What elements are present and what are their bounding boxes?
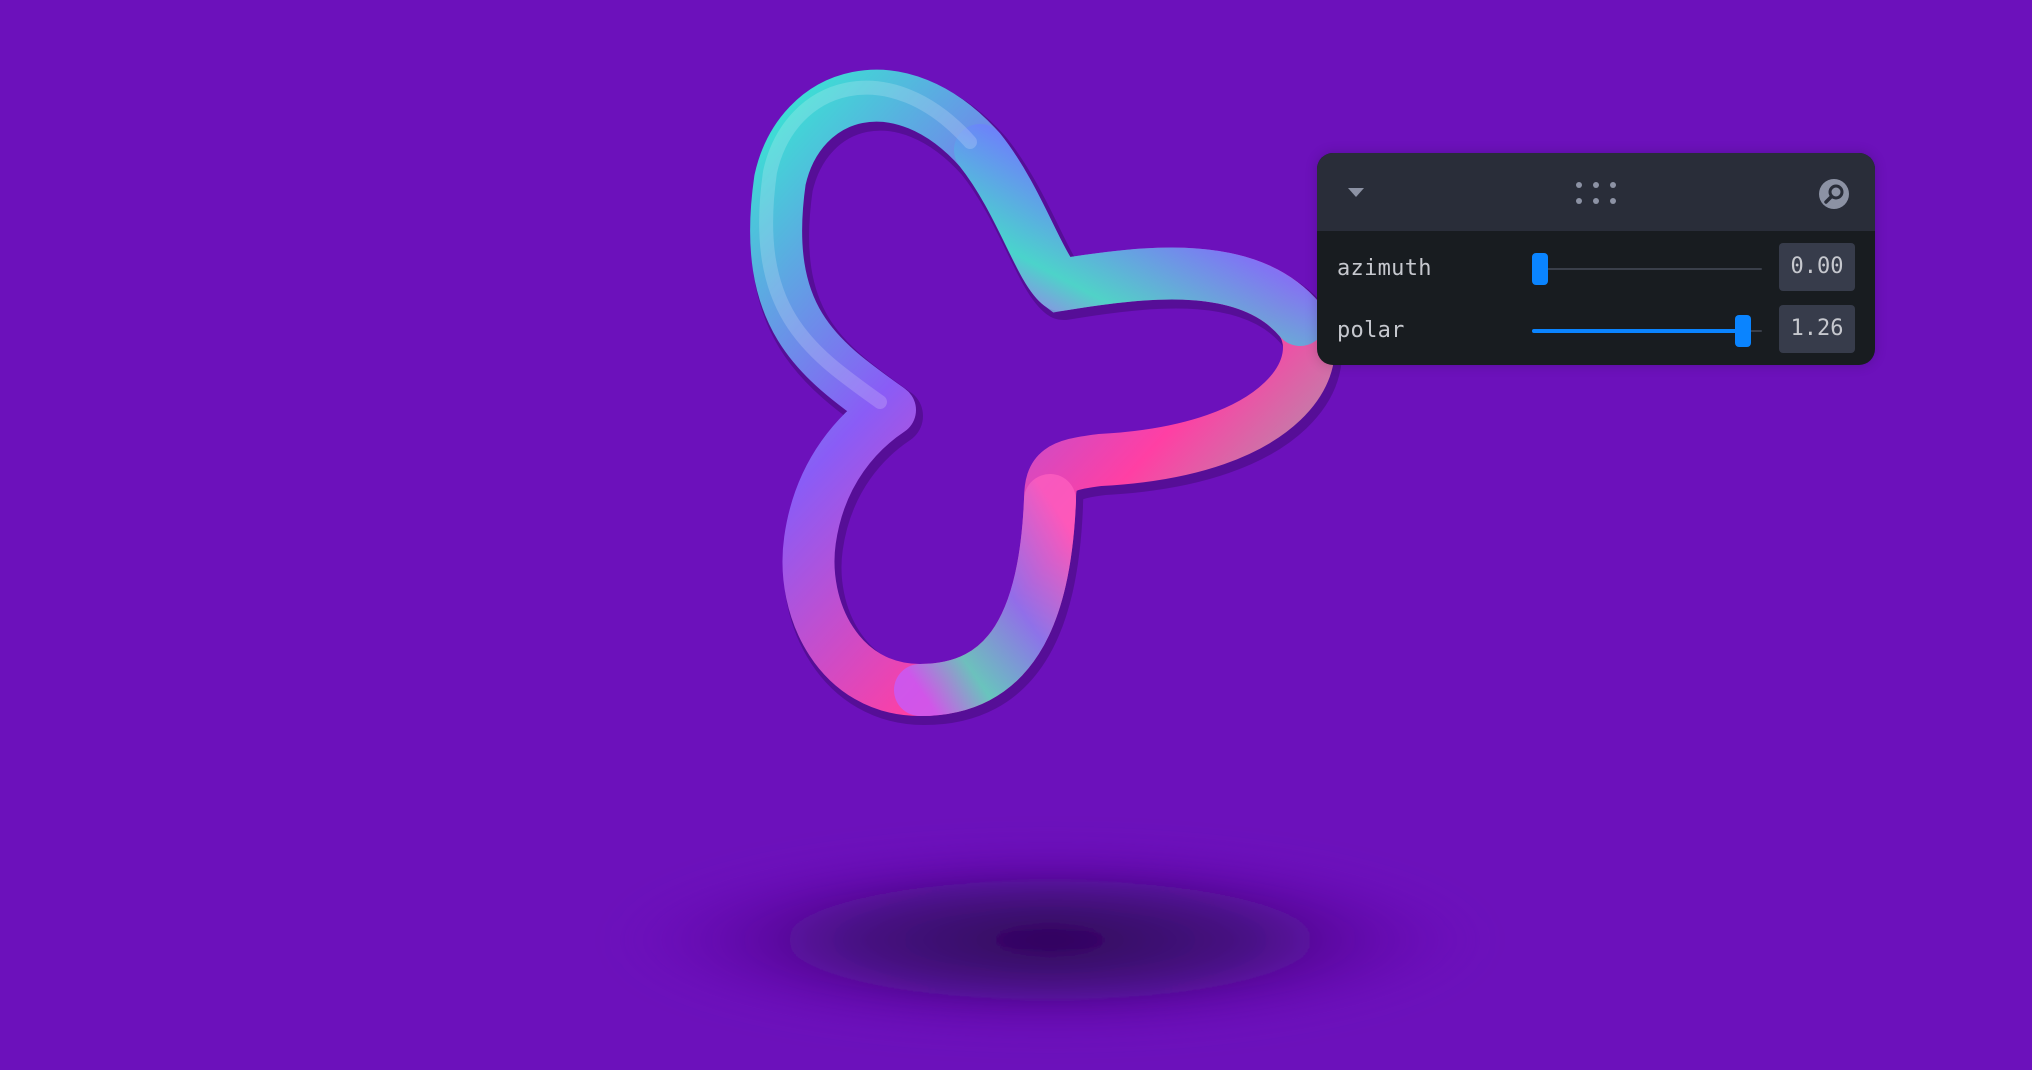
chevron-down-icon[interactable] bbox=[1341, 177, 1371, 207]
controls-panel: azimuth 0.00 polar 1.26 bbox=[1317, 153, 1875, 365]
azimuth-value-input[interactable]: 0.00 bbox=[1779, 243, 1855, 291]
azimuth-slider[interactable] bbox=[1532, 253, 1762, 285]
trefoil-knot bbox=[750, 69, 1342, 725]
slider-thumb[interactable] bbox=[1735, 315, 1752, 347]
control-row-azimuth: azimuth 0.00 bbox=[1317, 243, 1875, 295]
polar-slider[interactable] bbox=[1532, 315, 1762, 347]
search-icon[interactable] bbox=[1817, 177, 1851, 211]
panel-header bbox=[1317, 153, 1875, 231]
control-row-polar: polar 1.26 bbox=[1317, 305, 1875, 357]
knot-shadow bbox=[610, 840, 1490, 1040]
drag-handle-icon[interactable] bbox=[1571, 179, 1621, 207]
control-label: polar bbox=[1337, 318, 1405, 343]
slider-fill bbox=[1532, 329, 1744, 333]
polar-value-input[interactable]: 1.26 bbox=[1779, 305, 1855, 353]
slider-thumb[interactable] bbox=[1532, 253, 1548, 285]
control-label: azimuth bbox=[1337, 256, 1432, 281]
slider-track bbox=[1532, 268, 1762, 270]
